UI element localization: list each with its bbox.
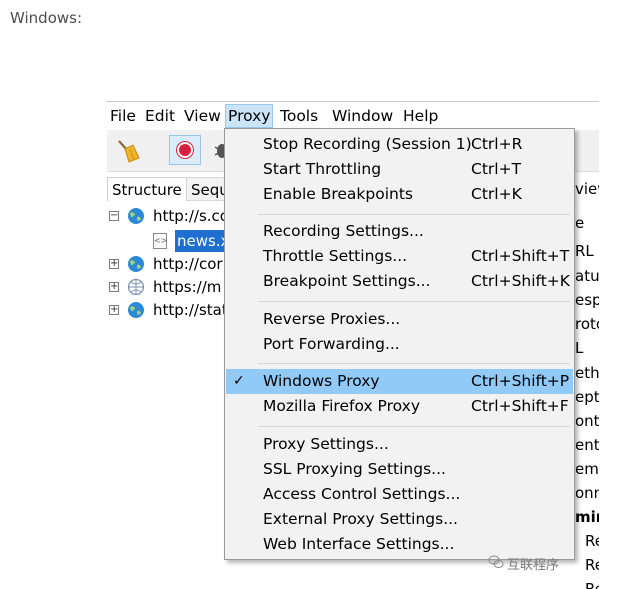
record-button[interactable] [169,135,201,165]
menu-item-recording-settings[interactable]: Recording Settings... [226,219,573,244]
menu-separator [258,426,570,427]
menu-item-label: Reverse Proxies... [263,310,401,328]
overview-field: Re [585,556,599,574]
menu-item-breakpoint-settings[interactable]: Breakpoint Settings... Ctrl+Shift+K [226,269,573,294]
overview-field: espo [575,291,599,309]
menu-item-label: Proxy Settings... [263,435,389,453]
menu-item-enable-breakpoints[interactable]: Enable Breakpoints Ctrl+K [226,182,573,207]
expand-icon[interactable]: + [109,305,119,315]
menu-separator [258,214,570,215]
view-tabs: Structure Sequ [107,177,234,201]
menu-item-label: SSL Proxying Settings... [263,460,446,478]
overview-field: roto [575,315,599,333]
overview-field: emo [575,460,599,478]
menu-item-label: Access Control Settings... [263,485,461,503]
menu-item-external-proxy-settings[interactable]: External Proxy Settings... [226,507,573,532]
overview-field: RL [575,242,594,260]
menu-item-shortcut: Ctrl+K [471,185,522,203]
menu-item-reverse-proxies[interactable]: Reverse Proxies... [226,307,573,332]
menu-item-label: Port Forwarding... [263,335,400,353]
tree-row-label: http://stat [153,301,228,319]
tree-row[interactable]: + http://cor [107,253,232,275]
tab-structure[interactable]: Structure [107,177,187,201]
tree-row-label: news.x [175,230,232,252]
record-icon [177,142,193,158]
menu-separator [258,301,570,302]
overview-field: L [575,339,584,357]
menu-item-label: Windows Proxy [263,372,380,390]
globe-icon [128,256,144,272]
menu-item-stop-recording[interactable]: Stop Recording (Session 1) Ctrl+R [226,132,573,157]
page-caption: Windows: [10,9,83,27]
menu-item-port-forwarding[interactable]: Port Forwarding... [226,332,573,357]
menu-item-label: Mozilla Firefox Proxy [263,397,421,415]
menu-item-windows-proxy[interactable]: ✓ Windows Proxy Ctrl+Shift+P [226,369,573,394]
menu-item-shortcut: Ctrl+Shift+K [471,272,570,290]
overview-field: e [575,214,585,232]
menu-item-access-control-settings[interactable]: Access Control Settings... [226,482,573,507]
menu-item-shortcut: Ctrl+T [471,160,522,178]
expand-icon[interactable]: + [109,259,119,269]
menu-window[interactable]: Window [330,104,395,128]
overview-tab-label[interactable]: view [575,177,599,202]
overview-field: atus [575,267,599,285]
window-border [107,101,599,102]
menu-item-label: Start Throttling [263,160,382,178]
menu-item-shortcut: Ctrl+Shift+P [471,372,570,390]
menu-item-label: Web Interface Settings... [263,535,455,553]
checkmark-icon: ✓ [233,373,245,389]
menu-help[interactable]: Help [401,104,440,128]
menu-separator [258,363,570,364]
menu-tools[interactable]: Tools [278,104,320,128]
watermark-text: 互联程序 [507,558,560,573]
overview-field: Re [585,580,599,589]
menu-proxy[interactable]: Proxy [225,104,274,128]
menu-item-label: Breakpoint Settings... [263,272,431,290]
tree-row-label: http://cor [153,255,223,273]
menu-edit[interactable]: Edit [143,104,177,128]
broom-icon[interactable] [115,138,141,164]
menu-item-label: Throttle Settings... [263,247,408,265]
menu-item-throttle-settings[interactable]: Throttle Settings... Ctrl+Shift+T [226,244,573,269]
overview-field: ept [575,388,599,406]
overview-field: Re [585,532,599,550]
tree-row[interactable]: + http://stat [107,299,232,321]
secure-globe-icon [127,278,145,296]
menu-item-shortcut: Ctrl+Shift+T [471,247,570,265]
menu-view[interactable]: View [182,104,223,128]
tree-row-label: http://s.co [153,207,229,225]
tree-row[interactable]: + https://m [107,276,232,298]
menu-item-label: External Proxy Settings... [263,510,458,528]
menu-item-shortcut: Ctrl+R [471,135,523,153]
proxy-dropdown-menu: Stop Recording (Session 1) Ctrl+R Start … [224,128,575,560]
menu-item-label: Enable Breakpoints [263,185,414,203]
menu-item-proxy-settings[interactable]: Proxy Settings... [226,432,573,457]
tree-row[interactable]: − http://s.co [107,205,232,227]
overview-field: onn [575,484,599,502]
globe-icon [128,302,144,318]
menu-item-firefox-proxy[interactable]: Mozilla Firefox Proxy Ctrl+Shift+F [226,394,573,419]
menu-item-start-throttling[interactable]: Start Throttling Ctrl+T [226,157,573,182]
menu-file[interactable]: File [108,104,138,128]
menu-item-ssl-proxying-settings[interactable]: SSL Proxying Settings... [226,457,573,482]
menu-bar: File Edit View Proxy Tools Window Help [107,104,599,128]
menu-item-label: Recording Settings... [263,222,424,240]
overview-field: eth [575,364,599,382]
overview-field: ent [575,436,599,454]
overview-field: min [575,508,599,526]
file-icon: <> [153,233,167,249]
tree-row-selected[interactable]: <> news.x [107,230,232,252]
tree-row-label: https://m [153,278,222,296]
collapse-icon[interactable]: − [109,211,119,221]
menu-item-shortcut: Ctrl+Shift+F [471,397,569,415]
globe-icon [128,208,144,224]
menu-item-label: Stop Recording (Session 1) [263,135,472,153]
expand-icon[interactable]: + [109,282,119,292]
overview-field: onte [575,412,599,430]
wechat-icon [488,555,504,568]
